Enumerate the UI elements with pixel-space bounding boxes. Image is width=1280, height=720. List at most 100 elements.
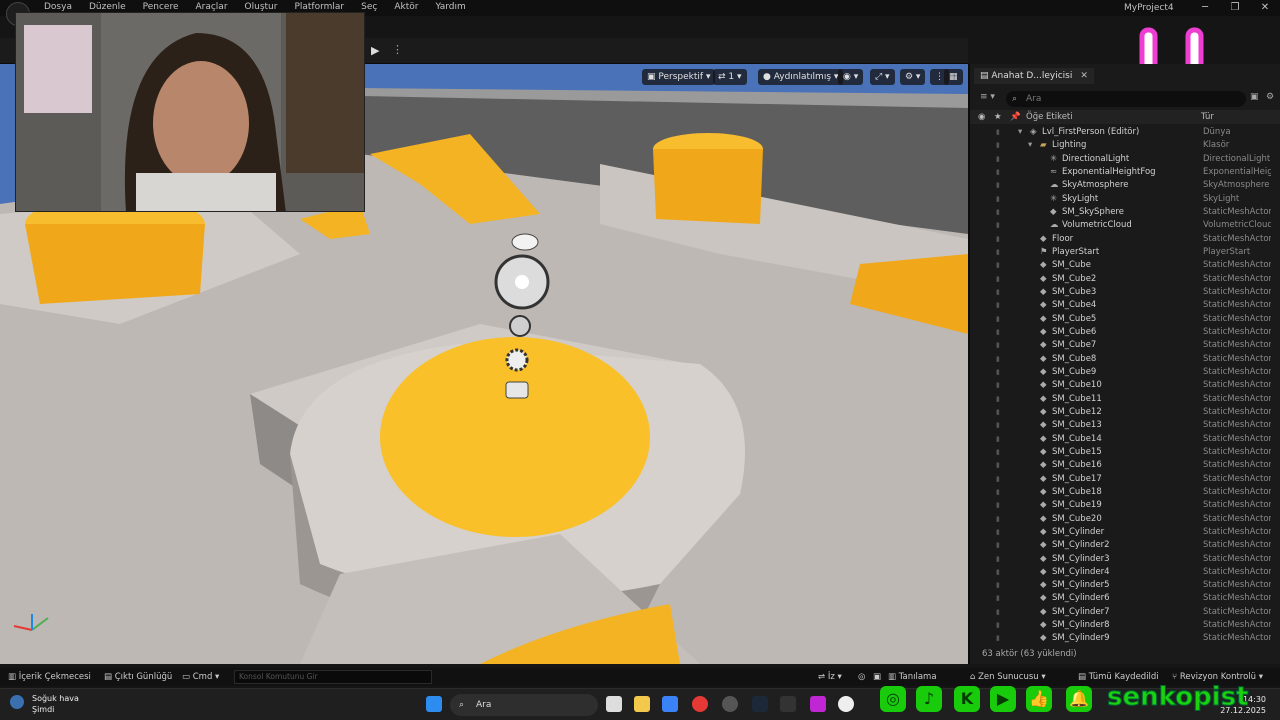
console-command-input[interactable]: Konsol Komutunu Gir: [234, 670, 432, 684]
outliner-row[interactable]: ▮ ◆ SM_Cube18 StaticMeshActor: [970, 486, 1280, 499]
visibility-icon[interactable]: ▮: [996, 419, 1000, 432]
outliner-row[interactable]: ▮ ◆ SM_Cube10 StaticMeshActor: [970, 379, 1280, 392]
output-log-button[interactable]: ▤ Çıktı Günlüğü: [104, 668, 172, 686]
visibility-icon[interactable]: ▮: [996, 233, 1000, 246]
visibility-icon[interactable]: ▮: [996, 579, 1000, 592]
visibility-icon[interactable]: ▮: [996, 299, 1000, 312]
outliner-settings-icon[interactable]: ⚙: [1266, 92, 1274, 102]
visibility-icon[interactable]: ▮: [996, 339, 1000, 352]
menu-item-1[interactable]: Düzenle: [89, 2, 126, 12]
menu-item-3[interactable]: Araçlar: [195, 2, 227, 12]
menu-item-6[interactable]: Seç: [361, 2, 377, 12]
visibility-icon[interactable]: ▮: [996, 539, 1000, 552]
show-flags-icon[interactable]: ◉ ▾: [838, 69, 864, 85]
expand-arrow-icon[interactable]: ▾: [1028, 139, 1032, 152]
visibility-icon[interactable]: ▮: [996, 459, 1000, 472]
fog-icon[interactable]: [505, 348, 529, 372]
outliner-row[interactable]: ▮ ◆ SM_Cube5 StaticMeshActor: [970, 313, 1280, 326]
outliner-row[interactable]: ▮ ◆ SM_Cube13 StaticMeshActor: [970, 419, 1280, 432]
visibility-icon[interactable]: ▮: [996, 273, 1000, 286]
menu-item-0[interactable]: Dosya: [44, 2, 72, 12]
visibility-icon[interactable]: ▮: [996, 499, 1000, 512]
visibility-icon[interactable]: ▮: [996, 379, 1000, 392]
transform-tools-icon[interactable]: ⤢ ▾: [870, 69, 895, 85]
outliner-search-input[interactable]: ⌕ Ara: [1006, 91, 1246, 107]
steam-icon[interactable]: [752, 696, 768, 712]
menu-item-2[interactable]: Pencere: [143, 2, 179, 12]
visibility-icon[interactable]: ▮: [996, 259, 1000, 272]
outliner-row[interactable]: ▮ ◆ SM_Cube8 StaticMeshActor: [970, 353, 1280, 366]
visibility-icon[interactable]: ▮: [996, 366, 1000, 379]
outliner-row[interactable]: ▮ ◆ SM_Cylinder5 StaticMeshActor: [970, 579, 1280, 592]
outliner-row[interactable]: ▮ ◆ SM_Cube15 StaticMeshActor: [970, 446, 1280, 459]
outliner-row[interactable]: ▮ ☁ VolumetricCloud VolumetricCloud: [970, 219, 1280, 232]
visibility-icon[interactable]: ▮: [996, 473, 1000, 486]
visibility-icon[interactable]: ▮: [996, 486, 1000, 499]
visibility-icon[interactable]: ▮: [996, 619, 1000, 632]
outliner-row[interactable]: ▮ ◆ SM_Cylinder8 StaticMeshActor: [970, 619, 1280, 632]
expand-arrow-icon[interactable]: ▾: [1018, 126, 1022, 139]
visibility-icon[interactable]: ▮: [996, 313, 1000, 326]
github-icon[interactable]: [722, 696, 738, 712]
visibility-icon[interactable]: ▮: [996, 179, 1000, 192]
outliner-row[interactable]: ▮ ◆ SM_Cube16 StaticMeshActor: [970, 459, 1280, 472]
outliner-row[interactable]: ▮ ▾ ◈ Lvl_FirstPerson (Editör) Dünya: [970, 126, 1280, 139]
visibility-icon[interactable]: ▮: [996, 526, 1000, 539]
outliner-row[interactable]: ▮ ◆ SM_Cube StaticMeshActor: [970, 259, 1280, 272]
visibility-icon[interactable]: ▮: [996, 126, 1000, 139]
filter-icon[interactable]: ≡ ▾: [980, 92, 995, 102]
cloud-icon[interactable]: [511, 233, 539, 251]
unreal-taskbar-icon[interactable]: [838, 696, 854, 712]
outliner-row[interactable]: ▮ ◆ SM_SkySphere StaticMeshActor: [970, 206, 1280, 219]
visibility-icon[interactable]: ▮: [996, 246, 1000, 259]
visibility-icon[interactable]: ▮: [996, 219, 1000, 232]
outliner-row[interactable]: ▮ ▾ ▰ Lighting Klasör: [970, 139, 1280, 152]
outliner-row[interactable]: ▮ ◆ SM_Cylinder2 StaticMeshActor: [970, 539, 1280, 552]
trace-button[interactable]: ⇌ İz ▾: [818, 668, 842, 686]
close-window-icon[interactable]: ✕: [1250, 0, 1280, 16]
play-icon[interactable]: ▶: [371, 44, 379, 57]
visibility-icon[interactable]: ▮: [996, 433, 1000, 446]
visibility-icon[interactable]: ▮: [996, 406, 1000, 419]
visibility-icon[interactable]: ▮: [996, 206, 1000, 219]
taskbar-search[interactable]: ⌕ Ara: [450, 694, 598, 716]
chrome-icon[interactable]: [692, 696, 708, 712]
content-drawer-button[interactable]: ▥ İçerik Çekmecesi: [8, 668, 91, 686]
visibility-icon[interactable]: ▮: [996, 513, 1000, 526]
outliner-row[interactable]: ▮ ◆ Floor StaticMeshActor: [970, 233, 1280, 246]
visibility-icon[interactable]: ▮: [996, 166, 1000, 179]
windows-start-icon[interactable]: [426, 696, 442, 712]
minimize-icon[interactable]: ─: [1190, 0, 1220, 16]
outliner-row[interactable]: ▮ ◆ SM_Cylinder7 StaticMeshActor: [970, 606, 1280, 619]
outliner-row[interactable]: ▮ ◆ SM_Cube17 StaticMeshActor: [970, 473, 1280, 486]
visibility-icon[interactable]: ▮: [996, 606, 1000, 619]
epic-games-icon[interactable]: [780, 696, 796, 712]
outliner-tab[interactable]: ▤ Anahat D...leyicisi ✕: [974, 68, 1094, 84]
view-mode-button[interactable]: ● Aydınlatılmış ▾: [758, 69, 844, 85]
visibility-icon[interactable]: ▮: [996, 553, 1000, 566]
more-options-icon[interactable]: ⋮: [392, 43, 403, 56]
menu-item-5[interactable]: Platformlar: [294, 2, 344, 12]
outliner-row[interactable]: ▮ ◆ SM_Cube9 StaticMeshActor: [970, 366, 1280, 379]
add-folder-icon[interactable]: ▣: [1250, 92, 1259, 102]
outliner-row[interactable]: ▮ ✳ DirectionalLight DirectionalLight: [970, 153, 1280, 166]
maximize-icon[interactable]: ❐: [1220, 0, 1250, 16]
visibility-icon[interactable]: ▮: [996, 326, 1000, 339]
outliner-row[interactable]: ▮ ◆ SM_Cylinder9 StaticMeshActor: [970, 632, 1280, 645]
cmd-dropdown[interactable]: ▭ Cmd ▾: [182, 668, 219, 686]
outliner-row[interactable]: ▮ ◆ SM_Cube2 StaticMeshActor: [970, 273, 1280, 286]
visibility-icon[interactable]: ▮: [996, 566, 1000, 579]
outliner-row[interactable]: ▮ ✳ SkyLight SkyLight: [970, 193, 1280, 206]
task-view-icon[interactable]: [606, 696, 622, 712]
visibility-icon[interactable]: ▮: [996, 393, 1000, 406]
perspective-button[interactable]: ▣ Perspektif ▾: [642, 69, 716, 85]
visibility-icon[interactable]: ▮: [996, 139, 1000, 152]
settings-icon[interactable]: ⚙ ▾: [900, 69, 926, 85]
outliner-row[interactable]: ▮ ≈ ExponentialHeightFog ExponentialHeigh: [970, 166, 1280, 179]
app-icon[interactable]: [810, 696, 826, 712]
outliner-row[interactable]: ▮ ⚑ PlayerStart PlayerStart: [970, 246, 1280, 259]
outliner-row[interactable]: ▮ ◆ SM_Cube12 StaticMeshActor: [970, 406, 1280, 419]
visibility-icon[interactable]: ▮: [996, 592, 1000, 605]
store-icon[interactable]: [662, 696, 678, 712]
outliner-row[interactable]: ▮ ◆ SM_Cube20 StaticMeshActor: [970, 513, 1280, 526]
